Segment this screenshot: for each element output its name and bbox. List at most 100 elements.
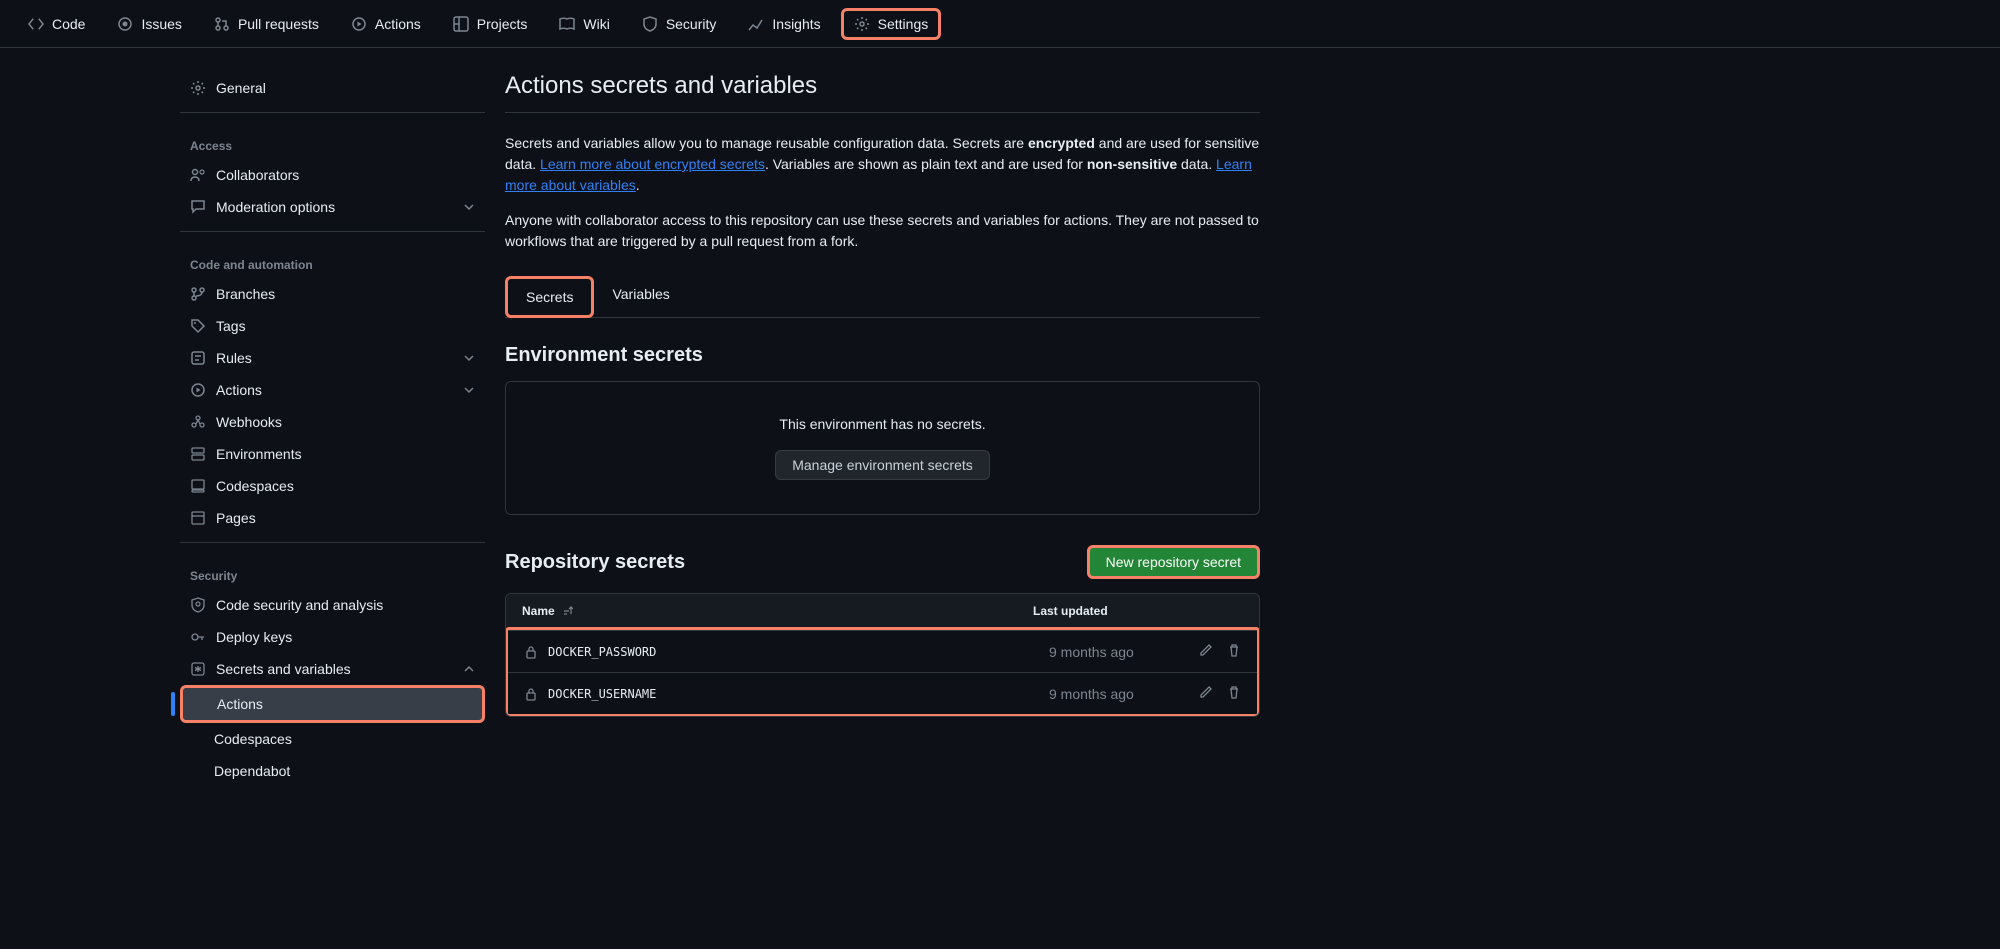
- tab-actions-label: Actions: [375, 16, 421, 32]
- tab-pr-label: Pull requests: [238, 16, 319, 32]
- shield-scan-icon: [190, 597, 206, 613]
- secret-name: DOCKER_PASSWORD: [548, 645, 656, 659]
- pr-icon: [214, 16, 230, 32]
- sidebar-heading-code: Code and automation: [180, 240, 485, 278]
- env-empty-text: This environment has no secrets.: [540, 416, 1225, 432]
- sidebar-item-secrets-vars[interactable]: Secrets and variables: [180, 653, 485, 685]
- manage-env-secrets-button[interactable]: Manage environment secrets: [775, 450, 990, 480]
- tab-code[interactable]: Code: [16, 8, 97, 40]
- link-secrets[interactable]: Learn more about encrypted secrets: [540, 156, 765, 172]
- description-2: Anyone with collaborator access to this …: [505, 210, 1260, 252]
- sidebar-item-label: Branches: [216, 286, 275, 302]
- env-secrets-heading: Environment secrets: [505, 344, 1260, 367]
- sidebar-item-label: General: [216, 80, 266, 96]
- comment-icon: [190, 199, 206, 215]
- tab-security[interactable]: Security: [630, 8, 729, 40]
- table-header: Name Last updated: [506, 594, 1259, 628]
- tab-projects-label: Projects: [477, 16, 528, 32]
- tab-settings-label: Settings: [878, 16, 929, 32]
- sidebar-item-label: Codespaces: [214, 731, 292, 747]
- sidebar-item-environments[interactable]: Environments: [180, 438, 485, 470]
- sidebar-item-label: Actions: [217, 696, 263, 712]
- tab-code-label: Code: [52, 16, 85, 32]
- trash-icon: [1227, 643, 1241, 657]
- sidebar-item-branches[interactable]: Branches: [180, 278, 485, 310]
- edit-button[interactable]: [1199, 685, 1213, 702]
- project-icon: [453, 16, 469, 32]
- delete-button[interactable]: [1227, 685, 1241, 702]
- trash-icon: [1227, 685, 1241, 699]
- new-repository-secret-button[interactable]: New repository secret: [1087, 545, 1260, 579]
- chevron-down-icon: [463, 384, 475, 396]
- sidebar-item-sv-codespaces[interactable]: Codespaces: [180, 723, 485, 755]
- sidebar-item-pages[interactable]: Pages: [180, 502, 485, 534]
- sidebar-item-tags[interactable]: Tags: [180, 310, 485, 342]
- sidebar-item-actions[interactable]: Actions: [180, 374, 485, 406]
- table-row: DOCKER_PASSWORD 9 months ago: [508, 630, 1257, 672]
- sidebar-item-deploy-keys[interactable]: Deploy keys: [180, 621, 485, 653]
- secret-name: DOCKER_USERNAME: [548, 687, 656, 701]
- sidebar-item-label: Codespaces: [216, 478, 294, 494]
- gear-icon: [190, 80, 206, 96]
- sidebar-item-webhooks[interactable]: Webhooks: [180, 406, 485, 438]
- chevron-down-icon: [463, 352, 475, 364]
- tab-pull-requests[interactable]: Pull requests: [202, 8, 331, 40]
- col-name-header[interactable]: Name: [522, 604, 1033, 618]
- tab-actions[interactable]: Actions: [339, 8, 433, 40]
- tab-projects[interactable]: Projects: [441, 8, 540, 40]
- sidebar-item-sv-dependabot[interactable]: Dependabot: [180, 755, 485, 787]
- key-icon: [190, 629, 206, 645]
- sidebar-item-sv-actions[interactable]: Actions: [180, 685, 485, 723]
- sidebar-item-label: Environments: [216, 446, 302, 462]
- env-secrets-box: This environment has no secrets. Manage …: [505, 381, 1260, 515]
- tab-issues-label: Issues: [141, 16, 181, 32]
- book-icon: [559, 16, 575, 32]
- sidebar-item-collaborators[interactable]: Collaborators: [180, 159, 485, 191]
- tab-settings[interactable]: Settings: [841, 8, 942, 40]
- secret-date: 9 months ago: [1049, 686, 1199, 702]
- delete-button[interactable]: [1227, 643, 1241, 660]
- tab-wiki[interactable]: Wiki: [547, 8, 621, 40]
- gear-icon: [854, 16, 870, 32]
- sidebar-item-label: Rules: [216, 350, 252, 366]
- sidebar-item-label: Dependabot: [214, 763, 290, 779]
- subtabs: Secrets Variables: [505, 276, 1260, 318]
- pencil-icon: [1199, 685, 1213, 699]
- codespaces-icon: [190, 478, 206, 494]
- secrets-rows: DOCKER_PASSWORD 9 months ago DOCKER_USER…: [505, 627, 1260, 717]
- edit-button[interactable]: [1199, 643, 1213, 660]
- secrets-table: Name Last updated DOCKER_PASSWORD 9 mont…: [505, 593, 1260, 717]
- subtab-secrets[interactable]: Secrets: [505, 276, 594, 318]
- main-content: Actions secrets and variables Secrets an…: [505, 72, 1260, 787]
- people-icon: [190, 167, 206, 183]
- sidebar-item-rules[interactable]: Rules: [180, 342, 485, 374]
- chevron-up-icon: [463, 663, 475, 675]
- sidebar-item-label: Webhooks: [216, 414, 282, 430]
- sidebar-heading-security: Security: [180, 551, 485, 589]
- browser-icon: [190, 510, 206, 526]
- sidebar-item-codespaces[interactable]: Codespaces: [180, 470, 485, 502]
- tab-issues[interactable]: Issues: [105, 8, 193, 40]
- sidebar-item-label: Moderation options: [216, 199, 335, 215]
- sidebar-item-moderation[interactable]: Moderation options: [180, 191, 485, 223]
- page-title: Actions secrets and variables: [505, 72, 1260, 113]
- tab-insights-label: Insights: [772, 16, 820, 32]
- tab-insights[interactable]: Insights: [736, 8, 832, 40]
- sidebar-item-label: Collaborators: [216, 167, 299, 183]
- graph-icon: [748, 16, 764, 32]
- tag-icon: [190, 318, 206, 334]
- repo-top-nav: Code Issues Pull requests Actions Projec…: [0, 0, 2000, 48]
- sidebar-item-code-security[interactable]: Code security and analysis: [180, 589, 485, 621]
- play-circle-icon: [351, 16, 367, 32]
- sidebar-item-label: Actions: [216, 382, 262, 398]
- chevron-down-icon: [463, 201, 475, 213]
- shield-icon: [642, 16, 658, 32]
- sidebar-item-general[interactable]: General: [180, 72, 485, 104]
- settings-sidebar: General Access Collaborators Moderation …: [180, 72, 485, 787]
- subtab-variables[interactable]: Variables: [594, 276, 687, 317]
- sidebar-item-label: Pages: [216, 510, 256, 526]
- sidebar-heading-access: Access: [180, 121, 485, 159]
- webhook-icon: [190, 414, 206, 430]
- branch-icon: [190, 286, 206, 302]
- sidebar-item-label: Code security and analysis: [216, 597, 383, 613]
